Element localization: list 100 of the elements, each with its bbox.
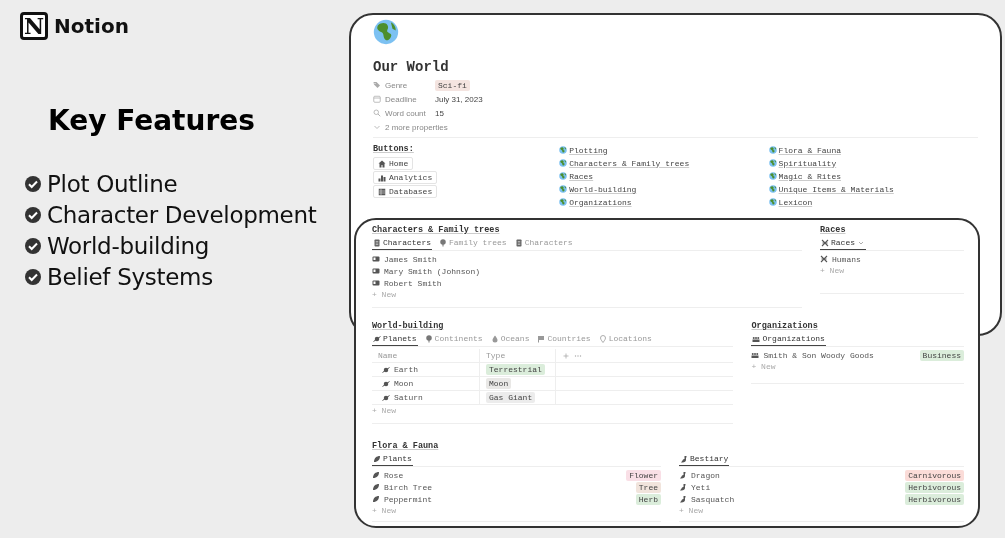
calendar-icon [373, 95, 381, 103]
globe-icon [559, 172, 568, 180]
document-icon [373, 238, 381, 247]
tag: Carnivorous [905, 469, 964, 481]
globe-icon [768, 159, 777, 167]
section-title: World-building [372, 321, 445, 333]
view-tab[interactable]: Races [820, 237, 866, 250]
section-title: Flora & Fauna [372, 441, 440, 453]
drop-icon [490, 334, 499, 343]
section-title: Races [820, 225, 847, 237]
list-item[interactable]: Mary Smith (Johnson) [384, 266, 480, 276]
page-button[interactable]: Databases [373, 185, 438, 198]
view-tab[interactable]: Plants [372, 453, 413, 466]
chevron-icon [373, 123, 381, 131]
more-properties-link[interactable]: 2 more properties [385, 122, 448, 132]
view-tab[interactable]: Bestiary [679, 453, 730, 466]
globe-icon [768, 185, 777, 193]
page-link[interactable]: Flora & Fauna [778, 145, 841, 155]
pin-icon [598, 334, 607, 343]
plus-icon [562, 351, 570, 360]
page-link[interactable]: Magic & Rites [778, 171, 841, 181]
property-value: 15 [435, 108, 444, 118]
feature-label: World-building [47, 233, 210, 259]
id-card-icon [372, 267, 380, 275]
ringed-planet-icon [382, 365, 390, 374]
page-link[interactable]: Unique Items & Materials [778, 184, 894, 194]
feature-label: Plot Outline [47, 171, 178, 197]
list-item[interactable]: James Smith [384, 254, 437, 264]
globe-icon [373, 19, 399, 45]
column-header: Name [378, 351, 398, 360]
table-icon [378, 187, 386, 196]
tag-icon [373, 81, 381, 89]
page-link[interactable]: Organizations [569, 197, 632, 207]
globe-icon [559, 198, 568, 206]
page-button[interactable]: Home [373, 157, 414, 170]
page-title: Our World [373, 59, 450, 75]
list-item[interactable]: Rose [384, 470, 404, 480]
list-item[interactable]: Humans [832, 254, 861, 264]
people-icon [752, 334, 761, 343]
section-title: Organizations [751, 321, 819, 333]
globe-icon [559, 159, 568, 167]
feature-label: Character Development [47, 202, 317, 228]
property-value: July 31, 2023 [435, 94, 483, 104]
list-item[interactable]: Yeti [691, 482, 711, 492]
page-link[interactable]: Lexicon [778, 197, 813, 207]
people-icon [751, 351, 760, 359]
view-tab[interactable]: Planets [372, 333, 418, 346]
home-icon [378, 159, 386, 168]
tag: Business [919, 349, 964, 361]
property-label: Deadline [385, 94, 417, 104]
globe-icon [768, 198, 777, 206]
ringed-planet-icon [382, 393, 390, 402]
tag: Moon [486, 378, 512, 389]
flag-icon [537, 334, 546, 343]
tree-icon [424, 334, 433, 343]
globe-icon [768, 172, 777, 180]
globe-icon [768, 146, 777, 154]
page-link[interactable]: Spirituality [778, 158, 837, 168]
ringed-planet-icon [373, 334, 381, 343]
id-card-icon [372, 255, 380, 263]
view-tab[interactable]: Characters [372, 237, 432, 250]
view-tab[interactable]: Organizations [751, 333, 826, 346]
section-title: Characters & Family trees [372, 225, 501, 237]
table-cell[interactable]: Earth [394, 365, 418, 374]
table-cell[interactable]: Saturn [394, 393, 423, 402]
property-label: Genre [385, 80, 408, 90]
id-card-icon [372, 279, 380, 287]
list-item[interactable]: Peppermint [384, 494, 432, 504]
list-item[interactable]: Dragon [691, 470, 720, 480]
heading: Key Features [48, 104, 256, 137]
tag: Terrestrial [486, 364, 545, 375]
tag: Herbivorous [905, 481, 964, 493]
bar-chart-icon [378, 173, 386, 182]
globe-icon [559, 146, 568, 154]
tag: Tree [635, 481, 661, 493]
feature-label: Belief Systems [47, 264, 213, 290]
page-link[interactable]: Races [569, 171, 594, 181]
globe-icon [559, 185, 568, 193]
tag: Herbivorous [905, 493, 964, 505]
list-item[interactable]: Smith & Son Woody Goods [763, 350, 874, 360]
page-link[interactable]: Plotting [569, 145, 608, 155]
tag: Sci-fi [435, 79, 470, 91]
list-item[interactable]: Sasquatch [691, 494, 735, 504]
tag: Gas Giant [486, 392, 536, 403]
page-button[interactable]: Analytics [373, 171, 438, 184]
page-link[interactable]: Characters & Family trees [569, 158, 690, 168]
ringed-planet-icon [382, 379, 390, 388]
list-item[interactable]: Birch Tree [384, 482, 432, 492]
table-cell[interactable]: Moon [394, 379, 414, 388]
property-label: Word count [385, 108, 426, 118]
logo-icon: N [20, 12, 48, 40]
page-link[interactable]: World-building [569, 184, 637, 194]
document-icon [514, 238, 523, 247]
brand-name: Notion [54, 14, 129, 38]
tag: Herb [635, 493, 661, 505]
list-item[interactable]: Robert Smith [384, 278, 442, 288]
search-icon [373, 109, 381, 117]
buttons-label: Buttons: [373, 144, 414, 156]
tree-icon [439, 238, 447, 247]
tag: Flower [626, 469, 661, 481]
